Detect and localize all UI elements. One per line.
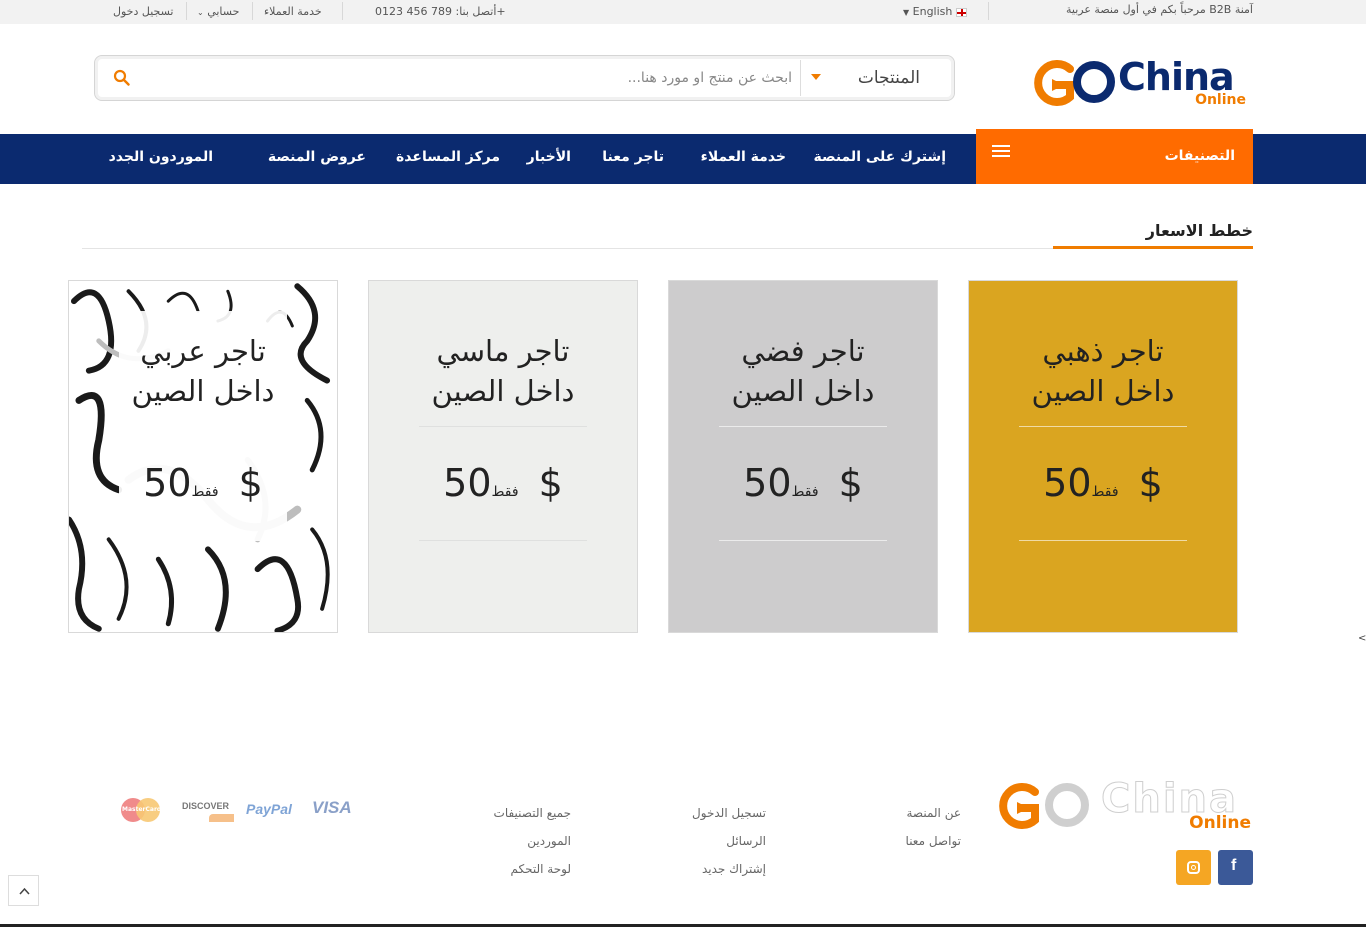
plan-card-arab[interactable]: تاجر عربي داخل الصين فقط50 $ [68,280,338,633]
scroll-to-top-button[interactable] [8,875,39,906]
footer-logo-online-text: Online [1189,813,1251,833]
chevron-left-icon[interactable]: < [1358,633,1366,644]
main-nav: التصنيفات إشترك على المنصة خدمة العملاء … [0,129,1366,184]
footer-link-contact[interactable]: تواصل معنا [906,834,961,848]
search-category-select[interactable]: المنتجات [800,60,950,96]
nav-item-trade-with-us[interactable]: تاجر معنا [602,149,664,165]
plan-card-diamond[interactable]: تاجر ماسي داخل الصين فقط50 $ [368,280,638,633]
plan-price: فقط50 $ [743,461,863,505]
footer-logo[interactable]: China Online [991,776,1253,833]
categories-label: التصنيفات [1164,148,1235,164]
plan-price: فقط50 $ [143,461,263,505]
nav-item-subscribe[interactable]: إشترك على المنصة [814,149,946,165]
chevron-down-icon: ⌄ [197,8,204,17]
footer-link-login[interactable]: تسجيل الدخول [692,806,766,820]
customer-service-link[interactable]: خدمة العملاء [264,5,322,18]
list-menu-icon [992,145,1010,161]
categories-menu[interactable]: التصنيفات [976,129,1253,184]
search-category-label: المنتجات [857,68,920,88]
divider [1019,540,1187,541]
contact-phone[interactable]: أتصل بنا: 789 456 0123+ [375,5,506,18]
nav-item-help-center[interactable]: مركز المساعدة [396,149,500,165]
plan-card-gold[interactable]: تاجر ذهبي داخل الصين فقط50 $ [968,280,1238,633]
paypal-logo: PayPal [246,801,292,817]
nav-item-offers[interactable]: عروض المنصة [268,149,366,165]
welcome-text: مرحباً بكم في أول منصة عربية B2B آمنة [1066,3,1253,16]
divider [719,540,887,541]
plan-name: تاجر فضي داخل الصين [731,334,875,408]
divider [419,426,587,427]
plan-name: تاجر عربي داخل الصين [131,334,275,408]
footer-link-messages[interactable]: الرسائل [726,834,766,848]
footer-link-dashboard[interactable]: لوحة التحكم [511,862,572,876]
section-title-underline [1053,246,1253,249]
my-account-menu[interactable]: ⌄ حسابي [197,5,239,18]
footer-link-new-subscription[interactable]: إشتراك جديد [702,862,766,876]
divider [342,2,343,20]
language-label: English [912,5,953,18]
login-link[interactable]: تسجيل دخول [113,5,174,18]
divider [186,2,187,20]
caret-down-icon [811,74,821,80]
plan-card-silver[interactable]: تاجر فضي داخل الصين فقط50 $ [668,280,938,633]
site-logo[interactable]: China Online [1026,55,1248,109]
logo-online-text: Online [1195,92,1246,108]
chevron-up-icon [19,887,30,895]
top-bar: مرحباً بكم في أول منصة عربية B2B آمنة ▼ … [0,0,1366,24]
my-account-label: حسابي [207,5,240,18]
search-icon[interactable] [113,69,131,87]
divider [988,2,989,20]
flag-icon [955,7,967,17]
plan-price: فقط50 $ [443,461,563,505]
search-input[interactable] [272,64,792,92]
divider [1019,426,1187,427]
language-selector[interactable]: ▼ English [903,5,967,18]
nav-item-news[interactable]: الأخبار [527,149,571,165]
section-title: خطط الاسعار [1145,221,1253,240]
footer-link-suppliers[interactable]: الموردين [527,834,571,848]
search-bar: المنتجات [94,55,955,101]
visa-logo: VISA [312,798,352,817]
plan-name: تاجر ماسي داخل الصين [431,334,575,408]
plan-price: فقط50 $ [1043,461,1163,505]
nav-item-new-suppliers[interactable]: الموردون الجدد [109,149,213,165]
instagram-icon[interactable] [1176,850,1211,885]
chevron-down-icon: ▼ [903,8,910,17]
divider [419,540,587,541]
facebook-icon[interactable]: f [1218,850,1253,885]
plan-name: تاجر ذهبي داخل الصين [1031,334,1175,408]
footer-link-all-categories[interactable]: جميع التصنيفات [494,806,571,820]
divider [719,426,887,427]
footer-link-about[interactable]: عن المنصة [907,806,962,820]
nav-item-customer-service[interactable]: خدمة العملاء [701,149,786,165]
discover-logo: DISCOVER [181,798,235,822]
divider [252,2,253,20]
mastercard-logo: MasterCard [121,798,161,822]
